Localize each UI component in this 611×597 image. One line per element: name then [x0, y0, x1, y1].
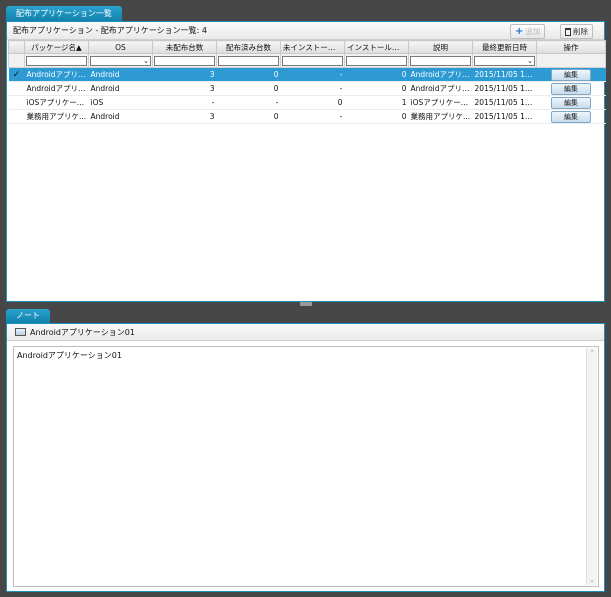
scroll-up-icon[interactable]: ⌃ — [587, 348, 597, 358]
filter-package-name-input[interactable] — [26, 55, 87, 66]
cell-updated: 2015/11/05 17... — [472, 109, 537, 124]
header-installed[interactable]: インストール済... — [344, 40, 409, 54]
panel-title-label: 配布アプリケーション - 配布アプリケーション一覧 — [13, 26, 197, 35]
cell-os: Android — [88, 67, 153, 82]
app-frame: 配布アプリケーション一覧 配布アプリケーション - 配布アプリケーション一覧: … — [0, 0, 611, 597]
table-row[interactable]: ✓ Androidアプリケ... Android 3 0 - 0 Android… — [8, 67, 606, 82]
note-header: Androidアプリケーション01 — [7, 324, 604, 341]
note-content: Androidアプリケーション01 — [17, 351, 122, 360]
header-package-name[interactable]: パッケージ名▲ — [24, 40, 89, 54]
cell-undistributed: - — [152, 95, 217, 110]
table-row[interactable]: iOSアプリケーション iOS - - 0 1 iOSアプリケーション 2015… — [8, 95, 606, 110]
cell-check[interactable] — [8, 95, 25, 110]
check-icon[interactable]: ✓ — [13, 70, 21, 80]
header-not-installed[interactable]: 未インストール... — [280, 40, 345, 54]
app-count: : 4 — [196, 26, 207, 35]
cell-updated: 2015/11/05 17... — [472, 67, 537, 82]
delete-button-label: 削除 — [573, 27, 588, 36]
filter-row: ⌄ ⌄ — [8, 53, 606, 68]
apps-panel-body: 配布アプリケーション - 配布アプリケーション一覧: 4 + 追加 削除 パッケ… — [6, 21, 606, 302]
cell-installed: 1 — [344, 95, 409, 110]
filter-os-select[interactable]: ⌄ — [90, 55, 151, 66]
cell-distributed: - — [216, 95, 281, 110]
cell-package-name: iOSアプリケーション — [24, 95, 89, 110]
edit-button[interactable]: 編集 — [551, 68, 591, 81]
cell-not-installed: 0 — [280, 95, 345, 110]
header-distributed[interactable]: 配布済み台数 — [216, 40, 281, 54]
header-description[interactable]: 説明 — [408, 40, 473, 54]
cell-distributed: 0 — [216, 109, 281, 124]
cell-check[interactable] — [8, 81, 25, 96]
cell-undistributed: 3 — [152, 67, 217, 82]
cell-updated: 2015/11/05 17... — [472, 95, 537, 110]
header-undistributed[interactable]: 未配布台数 — [152, 40, 217, 54]
header-row: パッケージ名▲ OS 未配布台数 配布済み台数 未インストール... インストー… — [8, 40, 606, 54]
edit-button[interactable]: 編集 — [551, 82, 591, 95]
cell-undistributed: 3 — [152, 109, 217, 124]
cell-installed: 0 — [344, 67, 409, 82]
table-row[interactable]: 業務用アプリケ... Android 3 0 - 0 業務用アプリケ... 20… — [8, 109, 606, 124]
header-package-name-label: パッケージ名 — [31, 42, 77, 52]
edit-button[interactable]: 編集 — [551, 96, 591, 109]
note-scrollbar[interactable]: ⌃ ⌄ — [586, 348, 597, 585]
apps-table: パッケージ名▲ OS 未配布台数 配布済み台数 未インストール... インストー… — [8, 40, 606, 124]
note-title: Androidアプリケーション01 — [30, 327, 135, 337]
cell-os: Android — [88, 81, 153, 96]
cell-description: 業務用アプリケ... — [408, 109, 473, 124]
header-check — [8, 40, 25, 54]
plus-icon: + — [515, 25, 524, 37]
filter-cell-actions — [536, 53, 606, 68]
cell-undistributed: 3 — [152, 81, 217, 96]
cell-installed: 0 — [344, 109, 409, 124]
cell-package-name: 業務用アプリケ... — [24, 109, 89, 124]
header-os[interactable]: OS — [88, 40, 153, 54]
filter-undistributed-input[interactable] — [154, 55, 215, 66]
header-updated[interactable]: 最終更新日時 — [472, 40, 537, 54]
cell-os: Android — [88, 109, 153, 124]
sort-asc-icon: ▲ — [76, 42, 82, 52]
cell-distributed: 0 — [216, 81, 281, 96]
note-textarea[interactable]: Androidアプリケーション01 ⌃ ⌄ — [13, 346, 599, 587]
filter-installed-input[interactable] — [346, 55, 407, 66]
panel-toolbar: 配布アプリケーション - 配布アプリケーション一覧: 4 + 追加 削除 — [7, 22, 604, 40]
filter-cell-empty — [8, 53, 25, 68]
chevron-down-icon: ⌄ — [527, 56, 533, 65]
cell-installed: 0 — [344, 81, 409, 96]
cell-package-name: Androidアプリケ... — [24, 67, 89, 82]
table-row[interactable]: Androidアプリケ... Android 3 0 - 0 Androidアプ… — [8, 81, 606, 96]
trash-icon — [565, 27, 571, 36]
cell-not-installed: - — [280, 81, 345, 96]
tab-distributed-apps[interactable]: 配布アプリケーション一覧 — [6, 6, 122, 21]
cell-description: Androidアプリケ... — [408, 81, 473, 96]
cell-distributed: 0 — [216, 67, 281, 82]
filter-distributed-input[interactable] — [218, 55, 279, 66]
cell-package-name: Androidアプリケ... — [24, 81, 89, 96]
panel-title: 配布アプリケーション - 配布アプリケーション一覧: 4 — [13, 25, 207, 36]
delete-button[interactable]: 削除 — [560, 24, 593, 39]
document-icon — [15, 328, 26, 336]
scroll-down-icon[interactable]: ⌄ — [587, 575, 597, 585]
cell-not-installed: - — [280, 67, 345, 82]
header-actions: 操作 — [536, 40, 606, 54]
tab-note[interactable]: ノート — [6, 309, 50, 323]
cell-description: Androidアプリケ... — [408, 67, 473, 82]
filter-description-input[interactable] — [410, 55, 471, 66]
cell-description: iOSアプリケーション — [408, 95, 473, 110]
cell-not-installed: - — [280, 109, 345, 124]
add-button[interactable]: + 追加 — [510, 24, 546, 39]
cell-updated: 2015/11/05 17... — [472, 81, 537, 96]
cell-check[interactable] — [8, 109, 25, 124]
add-button-label: 追加 — [525, 27, 541, 36]
note-panel: ノート Androidアプリケーション01 Androidアプリケーション01 … — [6, 309, 605, 592]
edit-button[interactable]: 編集 — [551, 110, 591, 123]
note-panel-body: Androidアプリケーション01 Androidアプリケーション01 ⌃ ⌄ — [6, 323, 605, 592]
filter-updated-select[interactable]: ⌄ — [474, 55, 535, 66]
distributed-apps-panel: 配布アプリケーション一覧 配布アプリケーション - 配布アプリケーション一覧: … — [6, 6, 606, 302]
cell-os: iOS — [88, 95, 153, 110]
chevron-down-icon: ⌄ — [143, 56, 149, 65]
panel-splitter-handle[interactable] — [300, 302, 312, 306]
filter-not-installed-input[interactable] — [282, 55, 343, 66]
